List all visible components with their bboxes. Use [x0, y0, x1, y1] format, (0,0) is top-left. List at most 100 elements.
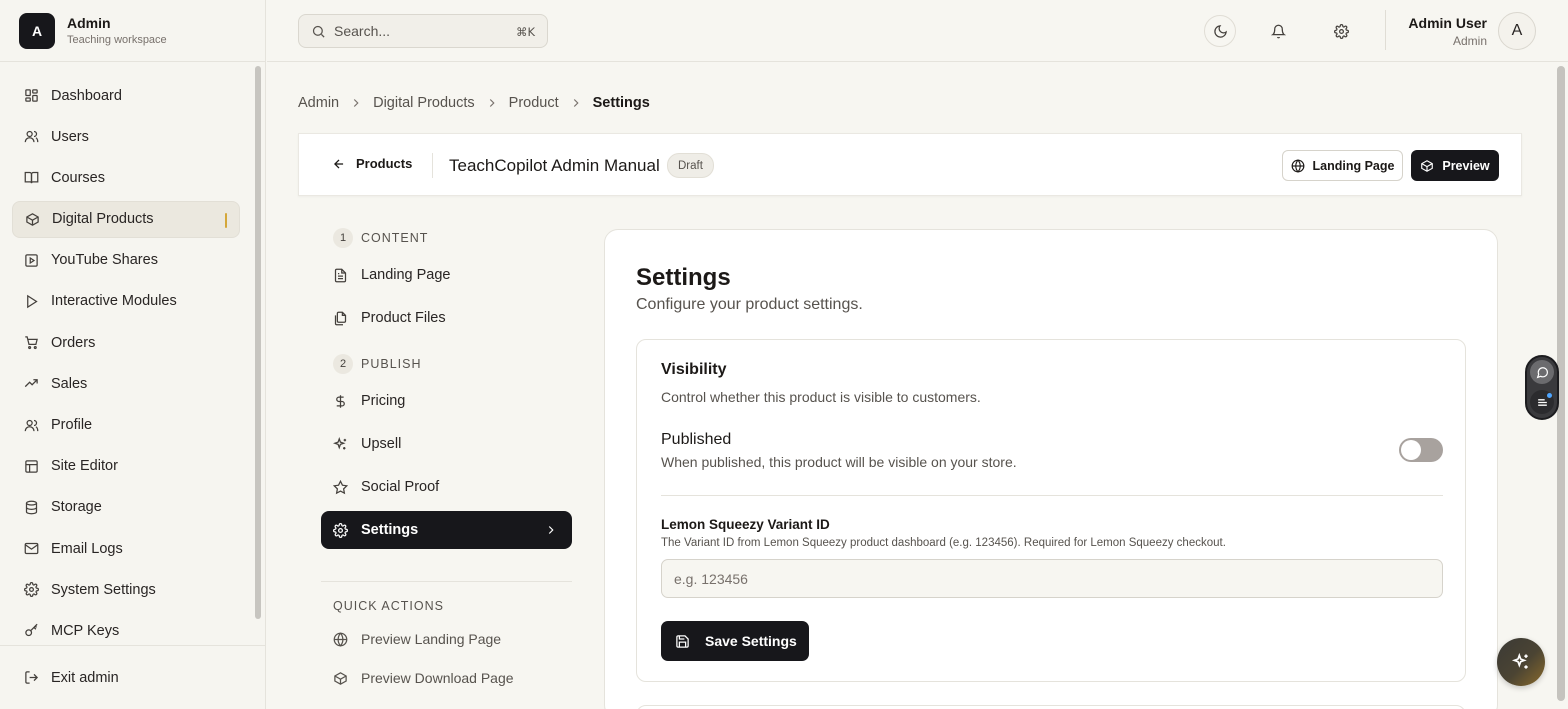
product-title-bar: Products TeachCopilot Admin Manual Draft…	[298, 133, 1522, 196]
back-label: Products	[356, 156, 413, 171]
next-settings-panel	[636, 705, 1466, 709]
brand[interactable]: A Admin Teaching workspace	[0, 0, 266, 62]
sidebar-item-interactive-modules[interactable]: Interactive Modules	[12, 283, 240, 320]
step-label: Social Proof	[361, 479, 440, 495]
sidebar-item-storage[interactable]: Storage	[12, 489, 240, 526]
variant-id-field[interactable]	[661, 559, 1443, 598]
save-settings-button[interactable]: Save Settings	[661, 621, 809, 661]
sidebar-item-profile[interactable]: Profile	[12, 407, 240, 444]
step-social-proof[interactable]: Social Proof	[321, 468, 572, 506]
menu-widget-button[interactable]	[1530, 390, 1554, 414]
sidebar-item-youtube-shares[interactable]: YouTube Shares	[12, 242, 240, 279]
sidebar-item-label: Email Logs	[51, 540, 123, 557]
search-input[interactable]: Search... ⌘K	[298, 14, 548, 48]
sidebar-item-system-settings[interactable]: System Settings	[12, 571, 240, 608]
mail-icon	[24, 542, 39, 555]
users-icon	[24, 131, 39, 143]
quick-action-preview-download-page[interactable]: Preview Download Page	[321, 663, 572, 693]
notification-dot	[1547, 393, 1552, 398]
globe-icon	[333, 631, 348, 647]
save-settings-label: Save Settings	[705, 633, 797, 649]
top-header: Search... ⌘K Admin User Admin A	[267, 0, 1568, 62]
sidebar-item-sales[interactable]: Sales	[12, 365, 240, 402]
section-label: CONTENT	[361, 231, 429, 245]
step-product-files[interactable]: Product Files	[321, 299, 572, 337]
sidebar-item-label: Dashboard	[51, 87, 122, 104]
avatar[interactable]: A	[1498, 12, 1536, 50]
search-placeholder: Search...	[334, 23, 391, 39]
play-icon	[27, 294, 38, 309]
sidebar-item-label: Orders	[51, 334, 96, 351]
user-role: Admin	[1452, 34, 1487, 48]
breadcrumb-product[interactable]: Product	[509, 95, 559, 111]
settings-title: Settings	[636, 264, 731, 291]
notifications-button[interactable]	[1262, 15, 1294, 47]
logout-icon	[25, 671, 39, 684]
chat-icon	[1536, 366, 1548, 378]
youtube-icon	[25, 254, 38, 267]
step-pricing[interactable]: Pricing	[321, 382, 572, 420]
step-upsell[interactable]: Upsell	[321, 425, 572, 463]
sidebar-item-courses[interactable]: Courses	[12, 159, 240, 196]
chevron-right-icon	[548, 526, 554, 534]
header-divider	[1385, 10, 1386, 50]
exit-admin-label: Exit admin	[51, 669, 119, 686]
sidebar-item-site-editor[interactable]: Site Editor	[12, 448, 240, 485]
key-icon	[25, 624, 38, 637]
section-number: 2	[333, 354, 353, 374]
sidebar-footer: Exit admin	[0, 645, 266, 709]
section-label: PUBLISH	[361, 357, 422, 371]
step-landing-page[interactable]: Landing Page	[321, 256, 572, 294]
sidebar-scrollbar[interactable]	[255, 66, 261, 619]
back-to-products-button[interactable]: Products	[332, 156, 412, 171]
sidebar-item-email-logs[interactable]: Email Logs	[12, 530, 240, 567]
sidebar-item-label: Digital Products	[52, 211, 154, 228]
settings-card: Settings Configure your product settings…	[604, 229, 1498, 709]
breadcrumb-digital-products[interactable]: Digital Products	[373, 95, 475, 111]
settings-button[interactable]	[1325, 15, 1357, 47]
variant-id-help: The Variant ID from Lemon Squeezy produc…	[661, 537, 1226, 549]
list-icon	[1537, 398, 1547, 406]
sidebar-item-label: YouTube Shares	[51, 252, 158, 269]
profile-icon	[24, 419, 39, 431]
ai-assistant-button[interactable]	[1497, 638, 1545, 686]
landing-page-button[interactable]: Landing Page	[1282, 150, 1403, 181]
breadcrumb: Admin Digital Products Product Settings	[298, 95, 650, 111]
sidebar-nav: Dashboard Users Courses Digital Products…	[12, 77, 240, 654]
quick-action-label: Preview Download Page	[361, 670, 514, 686]
quick-actions-header: QUICK ACTIONS	[333, 599, 444, 613]
sidebar-item-orders[interactable]: Orders	[12, 324, 240, 361]
user-name[interactable]: Admin User	[1408, 15, 1487, 31]
exit-admin-button[interactable]: Exit admin	[12, 659, 240, 696]
search-icon	[312, 25, 325, 38]
visibility-subtitle: Control whether this product is visible …	[661, 389, 981, 405]
breadcrumb-admin[interactable]: Admin	[298, 95, 339, 111]
published-toggle[interactable]	[1399, 438, 1443, 462]
bell-icon	[1270, 24, 1286, 38]
gear-icon	[333, 522, 348, 538]
preview-label: Preview	[1442, 158, 1490, 173]
files-icon	[334, 311, 347, 325]
sidebar-item-label: Profile	[51, 417, 93, 433]
chat-widget-button[interactable]	[1530, 360, 1554, 384]
chevron-right-icon	[353, 99, 359, 107]
gear-icon	[24, 582, 39, 598]
landing-page-label: Landing Page	[1312, 158, 1395, 173]
visibility-title: Visibility	[661, 361, 727, 378]
sidebar-item-label: Users	[51, 128, 89, 145]
chevron-right-icon	[573, 99, 579, 107]
sidebar-item-mcp-keys[interactable]: MCP Keys	[12, 612, 240, 649]
quick-action-label: Preview Landing Page	[361, 631, 502, 647]
breadcrumb-current: Settings	[592, 95, 650, 111]
sidebar-item-digital-products[interactable]: Digital Products	[12, 200, 240, 238]
sidebar-item-label: Interactive Modules	[51, 293, 177, 310]
preview-button[interactable]: Preview	[1411, 150, 1499, 181]
theme-toggle-button[interactable]	[1204, 15, 1236, 47]
package-icon	[26, 212, 39, 226]
step-settings[interactable]: Settings	[321, 511, 572, 549]
sidebar-item-dashboard[interactable]: Dashboard	[12, 77, 240, 114]
status-badge: Draft	[667, 153, 714, 178]
quick-action-preview-landing-page[interactable]: Preview Landing Page	[321, 624, 572, 654]
sidebar-item-label: Courses	[51, 169, 105, 186]
sidebar-item-users[interactable]: Users	[12, 118, 240, 155]
